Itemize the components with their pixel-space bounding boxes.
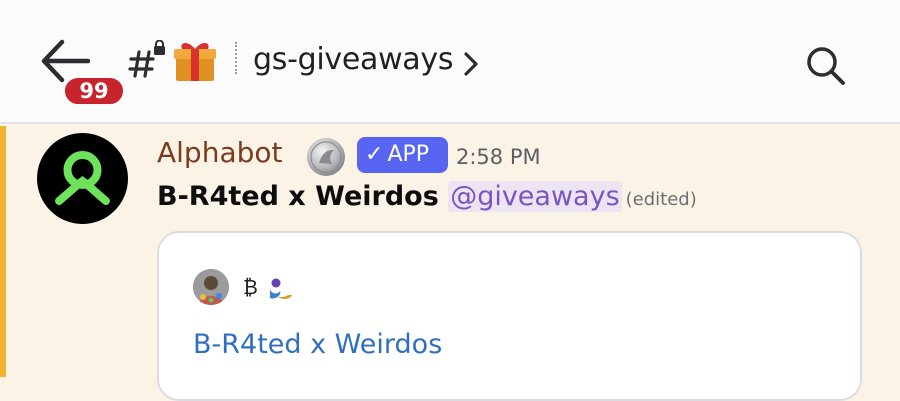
hash-lock-icon — [128, 40, 165, 78]
edited-label: (edited) — [625, 189, 697, 210]
checkmark-icon: ✓ — [365, 142, 384, 167]
chevron-right-icon[interactable] — [462, 51, 480, 77]
channel-header: 99 gs-giveaways — [0, 0, 900, 124]
message-timestamp: 2:58 PM — [456, 145, 541, 169]
embed-author[interactable]: ₿ — [243, 275, 294, 302]
header-divider — [235, 42, 237, 74]
role-mention[interactable]: @giveaways — [448, 181, 622, 212]
author-name[interactable]: Alphabot — [157, 136, 283, 169]
app-tag-label: APP — [387, 142, 430, 167]
message-content: B-R4ted x Weirdos @giveaways (edited) — [157, 181, 697, 212]
search-icon[interactable] — [804, 44, 846, 86]
coin-role-icon — [307, 138, 345, 176]
embed-author-avatar — [193, 269, 229, 305]
message-embed: ₿ B-R4ted x Weirdos — [157, 231, 862, 401]
embed-title-link[interactable]: B-R4ted x Weirdos — [193, 329, 442, 360]
unread-badge: 99 — [62, 75, 126, 107]
channel-name[interactable]: gs-giveaways — [253, 42, 453, 77]
author-avatar[interactable] — [37, 133, 128, 224]
gift-icon — [174, 42, 216, 81]
message-text: B-R4ted x Weirdos — [157, 181, 439, 212]
genie-icon — [270, 278, 293, 299]
alphabot-logo-icon — [55, 151, 110, 205]
highlight-accent-bar — [0, 126, 6, 377]
embed-author-name: ₿ — [243, 275, 258, 299]
app-tag: ✓ APP — [357, 137, 448, 173]
